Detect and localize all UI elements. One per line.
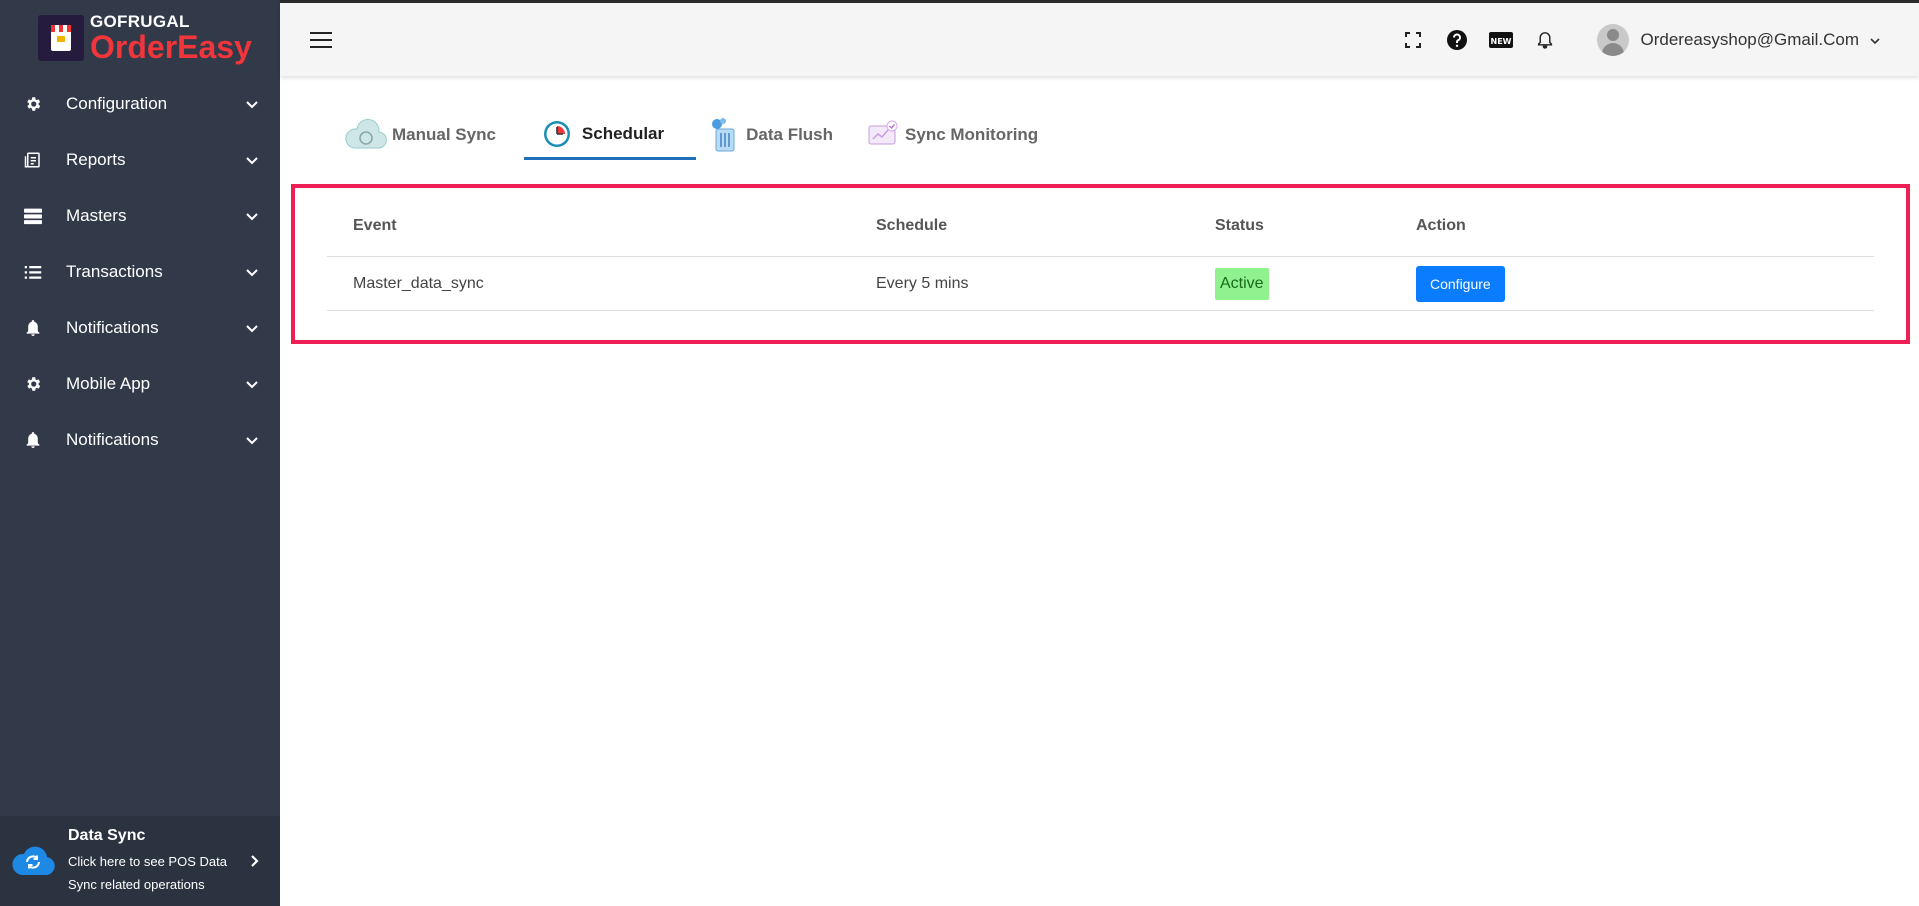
bell-icon [22, 429, 44, 451]
tab-sync-monitoring[interactable]: Sync Monitoring [861, 110, 1060, 160]
tab-schedular[interactable]: Schedular [523, 110, 697, 160]
avatar[interactable] [1596, 23, 1629, 56]
sidebar-item-configuration[interactable]: Configuration [0, 76, 280, 132]
data-sync-title: Data Sync [68, 826, 146, 844]
sidebar-item-notifications-2[interactable]: Notifications [0, 412, 280, 468]
hamburger-menu-icon[interactable] [310, 31, 332, 48]
sidebar-item-label: Mobile App [66, 374, 151, 393]
cell-schedule: Every 5 mins [876, 274, 969, 292]
chevron-right-icon [248, 854, 262, 868]
user-email[interactable]: Ordereasyshop@Gmail.Com [1641, 30, 1860, 50]
chevron-down-icon [244, 376, 260, 392]
sidebar-item-label: Configuration [66, 94, 168, 113]
list-icon [22, 261, 44, 283]
brand-top-text: GOFRUGAL [90, 12, 190, 31]
brand-logo[interactable]: GOFRUGAL OrderEasy [0, 0, 280, 76]
column-header-status: Status [1215, 217, 1264, 234]
chevron-down-icon [244, 152, 260, 168]
sidebar-item-reports[interactable]: Reports [0, 132, 280, 188]
sidebar-item-label: Notifications [66, 430, 159, 449]
new-badge-icon[interactable]: NEW [1488, 28, 1513, 52]
sync-tabs: Manual Sync Schedular Data Flush Sync Mo… [340, 110, 1066, 162]
data-sync-subtitle-line1: Click here to see POS Data [68, 853, 227, 869]
logo-mark-icon [38, 15, 84, 61]
sidebar: GOFRUGAL OrderEasy Configuration Reports [0, 0, 280, 906]
sidebar-item-label: Reports [66, 150, 126, 169]
chevron-down-icon [244, 264, 260, 280]
sidebar-item-notifications[interactable]: Notifications [0, 300, 280, 356]
column-header-schedule: Schedule [876, 217, 948, 234]
brand-bottom-text: OrderEasy [90, 29, 252, 65]
schedule-table-panel: Event Schedule Status Action Master_data… [291, 184, 1910, 344]
tab-data-flush[interactable]: Data Flush [702, 110, 855, 160]
chevron-down-icon [244, 96, 260, 112]
sidebar-item-label: Notifications [66, 318, 159, 337]
tab-manual-sync[interactable]: Manual Sync [340, 110, 518, 160]
cloud-sync-icon [344, 115, 388, 155]
monitor-icon [865, 115, 901, 155]
chevron-down-icon [244, 320, 260, 336]
database-icon [22, 205, 44, 227]
top-header: NEW Ordereasyshop@Gmail.Com [280, 0, 1919, 76]
new-badge-text: NEW [1490, 37, 1511, 46]
tab-label: Sync Monitoring [905, 125, 1039, 144]
gear-icon [22, 93, 44, 115]
configure-button[interactable]: Configure [1416, 265, 1505, 302]
app-root: GOFRUGAL OrderEasy Configuration Reports [0, 0, 1919, 906]
help-icon[interactable] [1445, 28, 1469, 52]
bell-icon [22, 317, 44, 339]
report-icon [22, 149, 44, 171]
sidebar-nav: Configuration Reports Masters Transactio… [0, 76, 280, 468]
fullscreen-icon[interactable] [1401, 28, 1425, 52]
bell-icon[interactable] [1533, 28, 1557, 52]
clock-icon [542, 114, 572, 154]
sidebar-item-mobile-app[interactable]: Mobile App [0, 356, 280, 412]
table-header: Event Schedule Status Action [327, 196, 1874, 257]
sidebar-item-label: Masters [66, 206, 127, 225]
column-header-event: Event [353, 217, 397, 234]
sidebar-item-transactions[interactable]: Transactions [0, 244, 280, 300]
sidebar-item-label: Transactions [66, 262, 163, 281]
chevron-down-icon[interactable] [1869, 34, 1881, 46]
cell-event: Master_data_sync [353, 274, 484, 292]
chevron-down-icon [244, 208, 260, 224]
cloud-sync-icon [10, 844, 56, 878]
tab-label: Schedular [581, 123, 665, 143]
data-sync-panel[interactable]: Data Sync Click here to see POS Data Syn… [0, 816, 280, 906]
chevron-down-icon [244, 432, 260, 448]
data-sync-subtitle-line2: Sync related operations [68, 876, 205, 892]
status-badge: Active [1215, 267, 1269, 300]
table-row: Master_data_sync Every 5 mins Active Con… [327, 257, 1874, 311]
gear-icon [22, 373, 44, 395]
column-header-action: Action [1416, 217, 1466, 234]
trash-flush-icon [706, 115, 742, 155]
schedule-table: Event Schedule Status Action Master_data… [327, 196, 1874, 311]
sidebar-item-masters[interactable]: Masters [0, 188, 280, 244]
tab-label: Manual Sync [392, 125, 496, 144]
tab-label: Data Flush [746, 125, 834, 144]
